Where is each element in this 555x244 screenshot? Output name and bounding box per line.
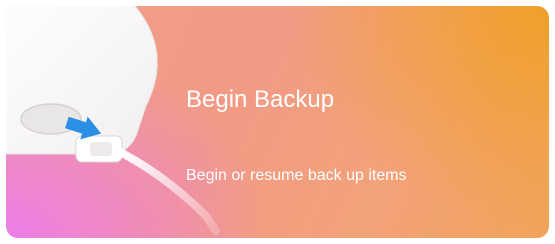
card-title: Begin Backup	[186, 86, 335, 113]
card-subtitle: Begin or resume back up items	[186, 167, 407, 184]
phone-with-usb-cable-icon	[6, 6, 220, 235]
begin-backup-card[interactable]: Begin Backup Begin or resume back up ite…	[6, 6, 549, 238]
